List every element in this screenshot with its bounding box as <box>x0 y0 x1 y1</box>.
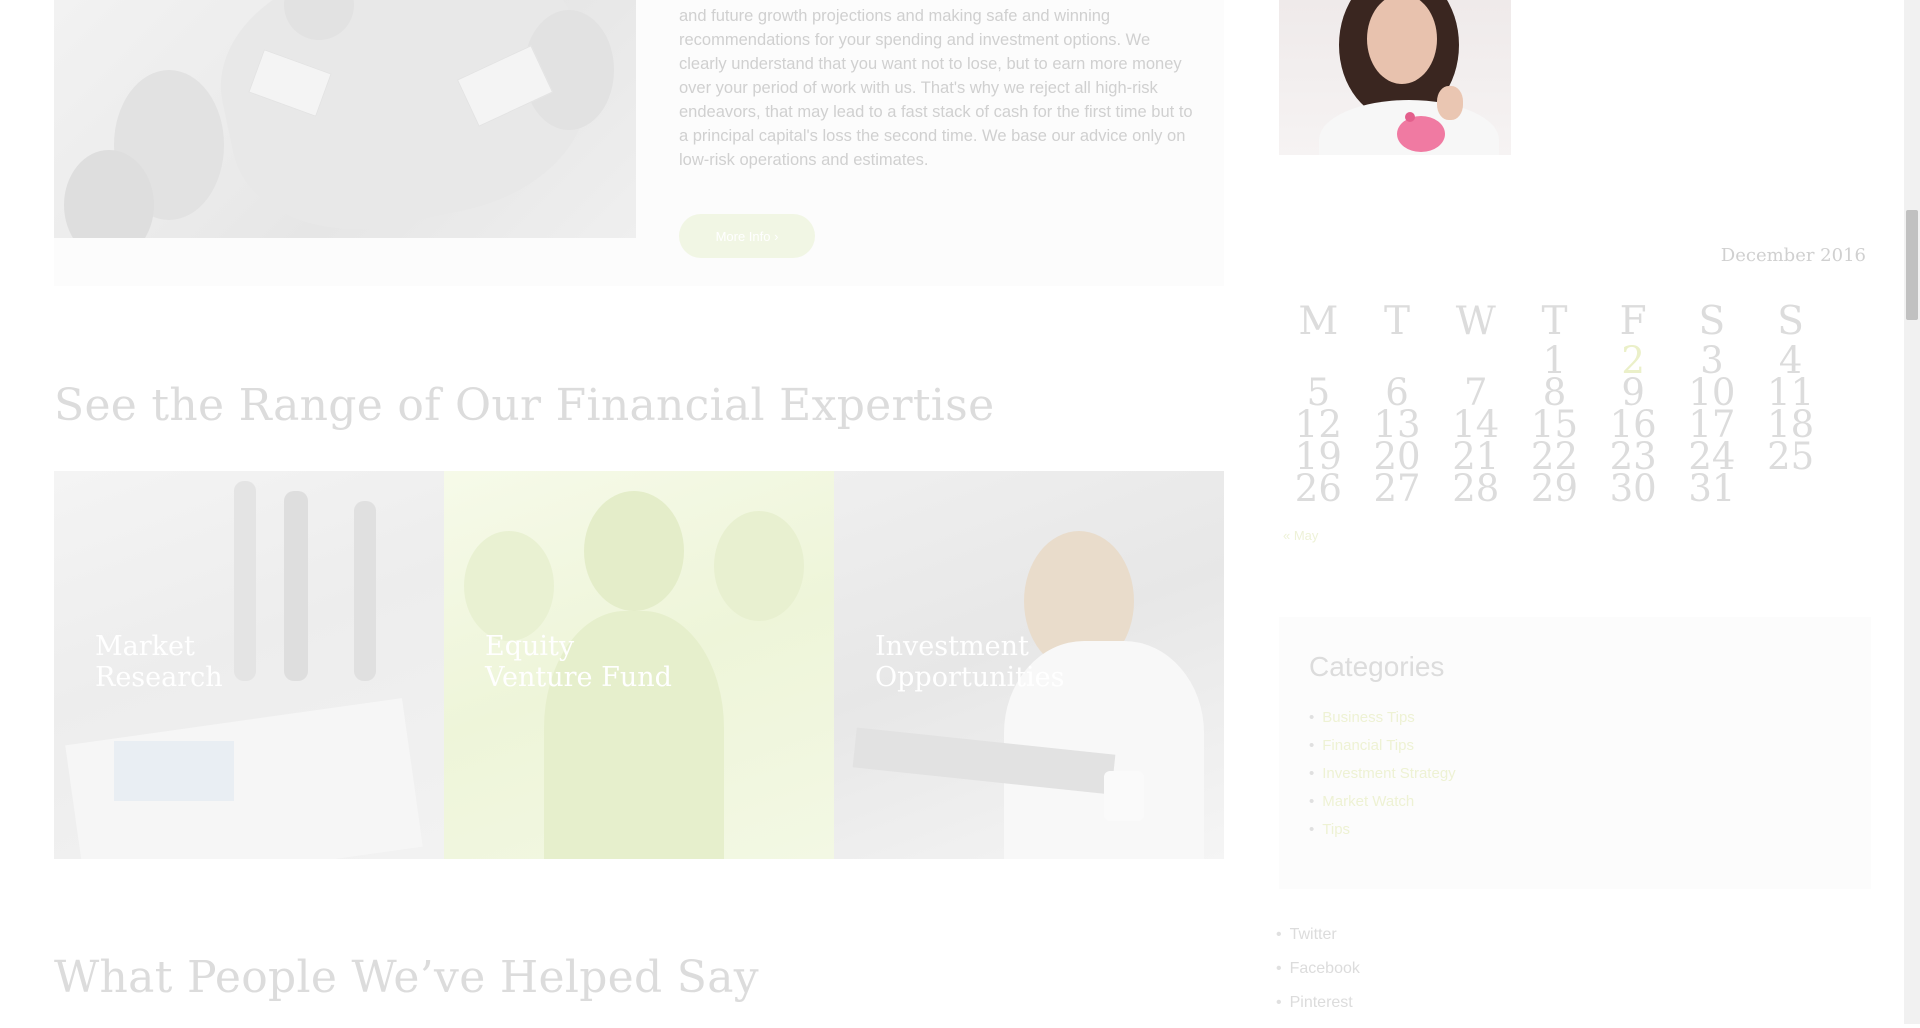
expertise-heading: See the Range of Our Financial Expertise <box>54 380 995 431</box>
calendar-day[interactable]: 30 <box>1594 470 1673 507</box>
social-link-twitter[interactable]: Twitter <box>1290 926 1337 943</box>
social-link-pinterest[interactable]: Pinterest <box>1290 994 1353 1011</box>
calendar-weekday: W <box>1455 299 1496 344</box>
social-item: • Twitter <box>1276 926 1360 960</box>
calendar-weekday: T <box>1384 299 1411 344</box>
bullet-icon: • <box>1309 737 1315 754</box>
calendar-prev-month-link[interactable]: « May <box>1283 528 1318 543</box>
service-title: Equity Venture Fund <box>485 631 672 693</box>
bullet-icon: • <box>1309 793 1315 810</box>
service-title: Market Research <box>95 631 223 693</box>
social-link-facebook[interactable]: Facebook <box>1290 960 1360 977</box>
calendar-day[interactable]: 31 <box>1673 470 1752 507</box>
categories-list: • Business Tips • Financial Tips • Investment… <box>1309 709 1456 849</box>
calendar-weekday: S <box>1698 299 1726 344</box>
more-info-button[interactable]: More Info › <box>679 214 815 258</box>
category-item: • Financial Tips <box>1309 737 1456 765</box>
scrollbar-track[interactable] <box>1904 0 1920 1024</box>
calendar-day[interactable]: 27 <box>1358 470 1437 507</box>
categories-title: Categories <box>1309 651 1445 682</box>
calendar-weekday: S <box>1777 299 1804 344</box>
calendar-day[interactable]: 29 <box>1515 470 1594 507</box>
category-item: • Business Tips <box>1309 709 1456 737</box>
social-links: • Twitter • Facebook • Pinterest <box>1276 926 1360 1028</box>
category-link[interactable]: Business Tips <box>1322 709 1415 726</box>
social-item: • Pinterest <box>1276 994 1360 1028</box>
service-title: Investment Opportunities <box>875 631 1065 693</box>
category-link[interactable]: Investment Strategy <box>1322 765 1455 782</box>
category-item: • Market Watch <box>1309 793 1456 821</box>
category-link[interactable]: Tips <box>1322 821 1350 838</box>
categories-widget: Categories • Business Tips • Financial Tips… <box>1279 617 1871 889</box>
calendar-weekday: F <box>1619 299 1647 344</box>
bullet-icon: • <box>1276 926 1282 943</box>
promo-image <box>1279 0 1511 155</box>
scrollbar-thumb[interactable] <box>1906 210 1918 320</box>
bullet-icon: • <box>1276 994 1282 1011</box>
calendar-weekday: M <box>1298 299 1339 344</box>
social-item: • Facebook <box>1276 960 1360 994</box>
bullet-icon: • <box>1276 960 1282 977</box>
services-grid: Market Research Equity Venture Fund Inve… <box>54 471 1224 859</box>
calendar-weekdays: MTWTFSS <box>1279 298 1830 345</box>
about-photo <box>54 0 636 238</box>
calendar-widget: MTWTFSS 1 2 3 4 5 6 7 8 9 10 11 12 13 14 15 16 17 18 19 20 2… <box>1279 298 1830 507</box>
calendar-weekday: T <box>1541 299 1568 344</box>
about-description: and future growth projections and making… <box>679 7 1193 169</box>
bullet-icon: • <box>1309 765 1315 782</box>
category-item: • Tips <box>1309 821 1456 849</box>
service-card-equity-venture-fund[interactable]: Equity Venture Fund <box>444 471 834 859</box>
testimonials-heading: What People We’ve Helped Say <box>54 952 759 1003</box>
category-link[interactable]: Market Watch <box>1322 793 1414 810</box>
category-item: • Investment Strategy <box>1309 765 1456 793</box>
service-card-market-research[interactable]: Market Research <box>54 471 444 859</box>
calendar-day[interactable]: 28 <box>1436 470 1515 507</box>
calendar-week: 26 27 28 29 30 31 <box>1279 470 1830 507</box>
calendar-day[interactable]: 25 <box>1751 438 1830 475</box>
bullet-icon: • <box>1309 709 1315 726</box>
bullet-icon: • <box>1309 821 1315 838</box>
service-card-investment-opportunities[interactable]: Investment Opportunities <box>834 471 1224 859</box>
calendar-day[interactable]: 26 <box>1279 470 1358 507</box>
calendar-caption: December 2016 <box>1720 245 1866 266</box>
category-link[interactable]: Financial Tips <box>1322 737 1414 754</box>
